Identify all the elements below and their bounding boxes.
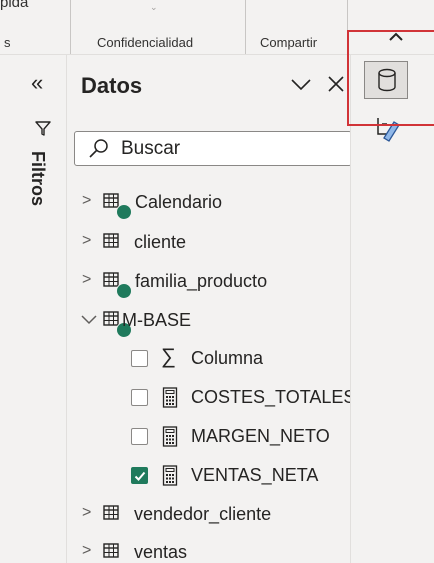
tree-item-label: cliente xyxy=(134,232,187,252)
calculator-icon xyxy=(162,465,178,486)
ribbon-fragment-label: s xyxy=(4,35,11,50)
tree-item-label: familia_producto xyxy=(135,271,268,291)
highlight-frame xyxy=(347,30,434,126)
check-badge-icon xyxy=(116,283,132,299)
search-input[interactable]: Buscar xyxy=(74,131,352,166)
field-checkbox[interactable] xyxy=(131,350,148,367)
field-label: VENTAS_NETA xyxy=(191,465,319,485)
tree-item-label: M-BASE xyxy=(122,310,192,330)
chevron-right-icon[interactable]: > xyxy=(82,271,91,289)
field-checkbox[interactable] xyxy=(131,428,148,445)
field-label: COSTES_TOTALES xyxy=(191,387,356,407)
tree-item-calendario[interactable]: > Calendario xyxy=(80,189,350,220)
tree-item-ventas[interactable]: > ventas xyxy=(80,539,350,563)
field-checkbox-checked[interactable] xyxy=(131,467,148,484)
chevron-right-icon[interactable]: > xyxy=(82,504,91,522)
field-checkbox[interactable] xyxy=(131,389,148,406)
chevron-down-icon[interactable]: ⌄ xyxy=(150,2,158,13)
field-label: Columna xyxy=(191,348,264,368)
tree-item-familia-producto[interactable]: > familia_producto xyxy=(80,268,350,299)
calculator-icon xyxy=(162,426,178,447)
chevron-right-icon[interactable]: > xyxy=(82,542,91,560)
checkmark-icon xyxy=(134,471,146,481)
chevron-down-icon[interactable] xyxy=(80,314,98,326)
confidencialidad-button[interactable]: Confidencialidad xyxy=(97,35,193,50)
ribbon-partial-label: pida xyxy=(0,0,29,11)
field-item-margen-neto[interactable]: MARGEN_NETO xyxy=(128,424,350,450)
close-icon[interactable] xyxy=(327,75,345,93)
tree-item-cliente[interactable]: > cliente xyxy=(80,229,350,257)
tree-item-vendedor-cliente[interactable]: > vendedor_cliente xyxy=(80,501,350,529)
ribbon-divider xyxy=(70,0,71,54)
filter-icon xyxy=(35,121,51,136)
tree-item-label: ventas xyxy=(134,542,188,562)
table-icon xyxy=(103,543,119,558)
field-label: MARGEN_NETO xyxy=(191,426,330,446)
check-badge-icon xyxy=(116,204,132,220)
data-pane-title: Datos xyxy=(81,73,143,98)
field-item-columna[interactable]: ∑ Columna xyxy=(128,345,350,372)
field-item-ventas-neta[interactable]: VENTAS_NETA xyxy=(128,463,350,489)
tree-item-label: Calendario xyxy=(135,192,223,212)
tree-item-label: vendedor_cliente xyxy=(134,504,272,524)
filters-pane: « Filtros xyxy=(0,55,67,563)
expand-filters-icon[interactable]: « xyxy=(31,70,43,96)
chevron-right-icon[interactable]: > xyxy=(82,192,91,210)
search-placeholder: Buscar xyxy=(121,138,181,159)
table-icon xyxy=(103,233,119,248)
ribbon-divider xyxy=(245,0,246,54)
field-item-costes-totales[interactable]: COSTES_TOTALES xyxy=(128,385,355,411)
chevron-right-icon[interactable]: > xyxy=(82,232,91,250)
sigma-icon: ∑ xyxy=(161,345,176,368)
search-icon xyxy=(89,139,108,158)
compartir-button[interactable]: Compartir xyxy=(260,35,317,50)
filters-label[interactable]: Filtros xyxy=(27,151,48,206)
tree-item-m-base[interactable]: M-BASE xyxy=(80,307,350,338)
table-icon xyxy=(103,505,119,520)
calculator-icon xyxy=(162,387,178,408)
chevron-down-icon[interactable] xyxy=(290,78,312,92)
